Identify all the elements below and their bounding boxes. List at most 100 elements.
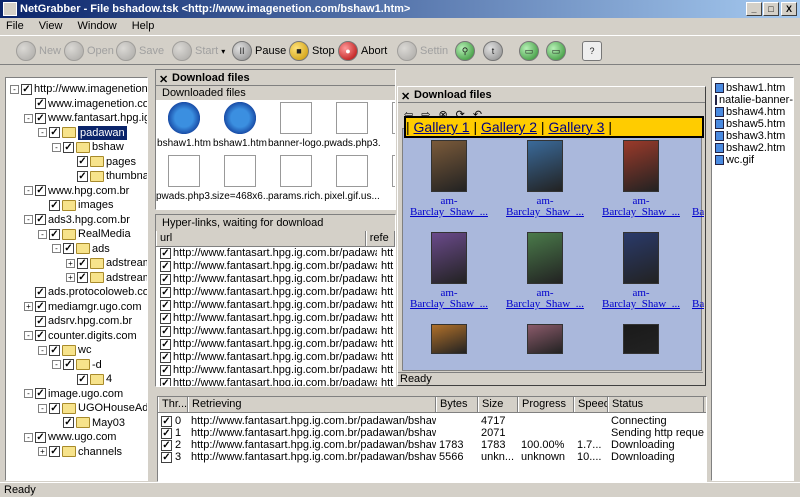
checkbox[interactable]: ✓	[49, 344, 60, 356]
link-row[interactable]: ✓ http://www.fantasart.hpg.ig.com.br/pada…	[156, 377, 395, 386]
col-progress[interactable]: Progress	[518, 397, 574, 412]
thumbnail-caption[interactable]: Barclay_Shaw_...	[500, 299, 590, 310]
checkbox[interactable]: ✓	[35, 315, 46, 327]
checkbox[interactable]: ✓	[49, 446, 60, 457]
abort-button[interactable]: ● Abort	[338, 39, 387, 63]
gallery-3-link[interactable]: Gallery 3	[548, 119, 604, 135]
start-button[interactable]: Start ▾	[172, 39, 225, 63]
layout-button-2[interactable]: ▭	[546, 39, 566, 63]
gallery-thumbnail[interactable]: am- Barclay_Shaw_...	[596, 140, 686, 218]
tree-node[interactable]: - ✓ -d	[52, 358, 102, 372]
tree-node[interactable]: - ✓ RealMedia	[38, 227, 131, 241]
tree-node[interactable]: - ✓ image.ugo.com	[24, 387, 123, 401]
save-button[interactable]: Save	[116, 39, 164, 63]
expand-toggle-icon[interactable]: -	[24, 432, 33, 442]
tree-node[interactable]: - ✓ bshaw	[52, 140, 124, 154]
tree-node[interactable]: - ✓ ads3.hpg.com.br	[24, 213, 130, 227]
checkbox[interactable]: ✓	[63, 417, 74, 428]
checkbox[interactable]: ✓	[160, 248, 171, 259]
menu-help[interactable]: Help	[126, 18, 161, 34]
checkbox[interactable]: ✓	[77, 272, 88, 283]
col-speed[interactable]: Speed	[574, 397, 608, 412]
expand-toggle-icon[interactable]: -	[24, 389, 33, 398]
checkbox[interactable]: ✓	[35, 185, 46, 196]
checkbox[interactable]: ✓	[49, 228, 60, 240]
thumbnail-image[interactable]	[527, 140, 563, 192]
checkbox[interactable]: ✓	[160, 300, 171, 311]
expand-toggle-icon[interactable]: -	[52, 244, 61, 253]
tree-node[interactable]: -✓www.fantasart.hpg.ig.com.br	[24, 111, 147, 125]
file-item[interactable]: ar	[380, 155, 395, 202]
checkbox[interactable]: ✓	[35, 286, 46, 298]
checkbox[interactable]: ✓	[160, 274, 171, 285]
tree-node[interactable]: - ✓ www.hpg.com.br	[24, 184, 129, 198]
expand-toggle-icon[interactable]: -	[24, 215, 33, 224]
checkbox[interactable]: ✓	[160, 287, 171, 298]
thumbnail-caption[interactable]: Barclay_Shaw_...	[404, 299, 494, 310]
thread-row[interactable]: ✓ 3 http://www.fantasart.hpg.ig.com.br/pad…	[158, 451, 706, 463]
col-retrieving[interactable]: Retrieving	[188, 397, 436, 412]
checkbox[interactable]: ✓	[35, 431, 46, 443]
checkbox[interactable]: ✓	[35, 98, 46, 109]
thumbnail-caption[interactable]: Ba	[692, 207, 704, 218]
checkbox[interactable]: ✓	[49, 199, 60, 211]
thumbnail-caption[interactable]: Barclay_Shaw_...	[404, 207, 494, 218]
checkbox[interactable]: ✓	[35, 388, 46, 399]
file-item[interactable]: pwads.php3...	[324, 102, 380, 149]
close-button[interactable]: X	[781, 2, 797, 16]
tree-node[interactable]: ✓ads.protocoloweb.com.br	[24, 285, 147, 299]
checkbox[interactable]: ✓	[160, 352, 171, 363]
tree-node[interactable]: ✓ May03	[52, 416, 125, 430]
tree-node[interactable]: + ✓ adstream	[66, 271, 147, 285]
stop-button[interactable]: ■ Stop	[289, 39, 335, 63]
expand-toggle-icon[interactable]: +	[38, 447, 47, 456]
settings-button[interactable]: Settin	[397, 39, 448, 63]
tree-node[interactable]: + ✓ adstream	[66, 256, 147, 270]
checkbox[interactable]: ✓	[21, 83, 32, 95]
checkbox[interactable]: ✓	[63, 243, 74, 254]
thumbnail-caption[interactable]: Barclay_Shaw_...	[500, 207, 590, 218]
maximize-button[interactable]: □	[763, 2, 779, 16]
gallery-thumbnail[interactable]	[500, 324, 590, 354]
tree-node[interactable]: + ✓ channels	[38, 445, 122, 459]
link-row[interactable]: ✓ http://www.fantasart.hpg.ig.com.br/pada…	[156, 299, 395, 312]
checkbox[interactable]: ✓	[35, 214, 46, 225]
gallery-thumbnail[interactable]: Ba	[692, 140, 704, 218]
tree-node[interactable]: + ✓ mediamgr.ugo.com	[24, 300, 142, 314]
expand-toggle-icon[interactable]: -	[24, 331, 33, 340]
file-list-item[interactable]: bshaw5.htm	[712, 118, 793, 130]
tree-node[interactable]: - ✓ wc	[38, 343, 91, 357]
checkbox[interactable]: ✓	[77, 156, 88, 167]
file-item[interactable]: banner-logo...	[268, 102, 324, 149]
gallery-thumbnail[interactable]	[404, 324, 494, 354]
expand-toggle-icon[interactable]: -	[52, 142, 61, 152]
thread-row[interactable]: ✓ 1 http://www.fantasart.hpg.ig.com.br/pad…	[158, 427, 706, 439]
expand-toggle-icon[interactable]: +	[24, 302, 33, 311]
thumbnail-image[interactable]	[431, 232, 467, 284]
hyperlinks-list[interactable]: ✓ http://www.fantasart.hpg.ig.com.br/pada…	[156, 247, 395, 386]
checkbox[interactable]: ✓	[77, 170, 88, 182]
link-row[interactable]: ✓ http://www.fantasart.hpg.ig.com.br/pada…	[156, 312, 395, 325]
gallery-thumbnail[interactable]: am- Barclay_Shaw_...	[404, 232, 494, 310]
link-row[interactable]: ✓ http://www.fantasart.hpg.ig.com.br/pada…	[156, 338, 395, 351]
thread-row[interactable]: ✓ 2 http://www.fantasart.hpg.ig.com.br/pad…	[158, 439, 706, 451]
thumbnail-caption[interactable]: Ba	[692, 299, 704, 310]
help-button[interactable]: ?	[582, 39, 602, 63]
thumbnail-image[interactable]	[431, 140, 467, 192]
start-dropdown-icon[interactable]: ▾	[221, 47, 225, 56]
open-button[interactable]: Open	[64, 39, 114, 63]
site-tree[interactable]: -✓http://www.imagenetion.com✓www.imagene…	[5, 77, 148, 481]
gallery-thumbnail[interactable]: am- Barclay_Shaw_...	[404, 140, 494, 218]
expand-toggle-icon[interactable]: -	[10, 84, 19, 94]
checkbox[interactable]: ✓	[49, 402, 60, 414]
menu-file[interactable]: File	[0, 18, 30, 34]
file-list-item[interactable]: bshaw2.htm	[712, 142, 793, 154]
menu-view[interactable]: View	[33, 18, 69, 34]
thumbnail-image[interactable]	[527, 324, 563, 354]
tree-node[interactable]: ✓ thumbnails	[66, 169, 147, 183]
gallery-thumbnail[interactable]: am- Barclay_Shaw_...	[596, 232, 686, 310]
file-list-item[interactable]: bshaw3.htm	[712, 130, 793, 142]
link-row[interactable]: ✓ http://www.fantasart.hpg.ig.com.br/pada…	[156, 351, 395, 364]
link-row[interactable]: ✓ http://www.fantasart.hpg.ig.com.br/pada…	[156, 247, 395, 260]
tree-node[interactable]: ✓ pages	[66, 155, 136, 169]
